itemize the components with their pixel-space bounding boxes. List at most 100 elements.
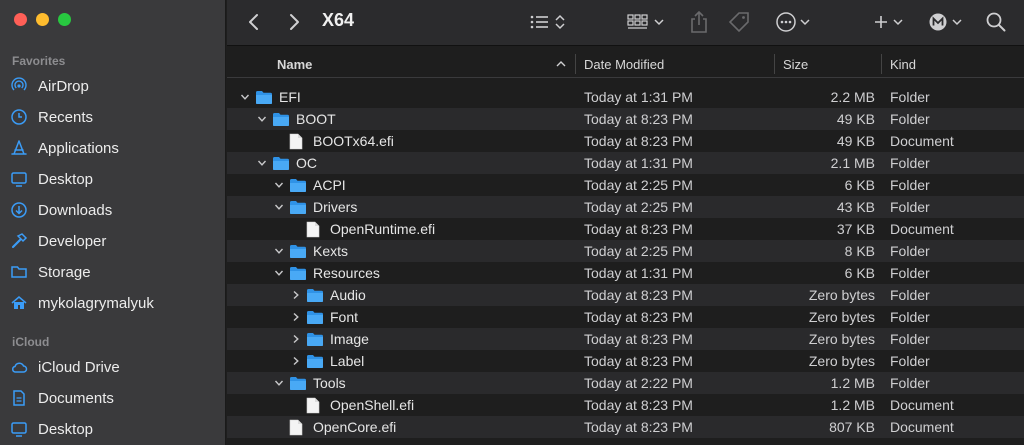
table-row[interactable]: Audio Today at 8:23 PM Zero bytes Folder <box>227 284 1024 306</box>
file-name: Audio <box>330 287 366 303</box>
chevron-left-icon <box>249 14 258 30</box>
share-button[interactable] <box>689 8 709 36</box>
file-name: OC <box>296 155 317 171</box>
disclosure-right-icon[interactable] <box>290 284 302 306</box>
minimize-button[interactable] <box>36 13 49 26</box>
table-row[interactable]: BOOTx64.efi Today at 8:23 PM 49 KB Document <box>227 130 1024 152</box>
table-row[interactable]: Resources Today at 1:31 PM 6 KB Folder <box>227 262 1024 284</box>
disclosure-right-icon[interactable] <box>290 306 302 328</box>
sort-ascending-icon[interactable] <box>555 50 567 78</box>
date-modified: Today at 8:23 PM <box>584 221 693 237</box>
file-kind: Folder <box>890 199 930 215</box>
file-kind: Document <box>890 397 954 413</box>
sidebar-item-icloud-drive[interactable]: iCloud Drive <box>10 354 216 380</box>
name-cell: BOOTx64.efi <box>273 130 394 152</box>
window-controls <box>14 13 71 26</box>
table-row[interactable]: Drivers Today at 2:25 PM 43 KB Folder <box>227 196 1024 218</box>
disclosure-down-icon[interactable] <box>273 240 285 262</box>
column-divider[interactable] <box>575 54 576 74</box>
sidebar-item-downloads[interactable]: Downloads <box>10 197 216 223</box>
disclosure-right-icon[interactable] <box>290 350 302 372</box>
disclosure-right-icon[interactable] <box>290 328 302 350</box>
sidebar-item-applications[interactable]: Applications <box>10 135 216 161</box>
file-size: 6 KB <box>844 265 875 281</box>
applications-icon <box>10 139 28 157</box>
date-modified: Today at 8:23 PM <box>584 419 693 435</box>
icloud-section-title: iCloud <box>12 335 50 349</box>
table-row[interactable]: OpenRuntime.efi Today at 8:23 PM 37 KB Docu… <box>227 218 1024 240</box>
table-row[interactable]: EFI Today at 1:31 PM 2.2 MB Folder <box>227 86 1024 108</box>
file-name: OpenRuntime.efi <box>330 221 436 237</box>
file-kind: Folder <box>890 155 930 171</box>
table-row[interactable]: BOOT Today at 8:23 PM 49 KB Folder <box>227 108 1024 130</box>
document-icon <box>289 419 307 435</box>
name-cell: OpenCore.efi <box>273 416 396 438</box>
table-row[interactable]: Tools Today at 2:22 PM 1.2 MB Folder <box>227 372 1024 394</box>
table-row[interactable]: OpenShell.efi Today at 8:23 PM 1.2 MB Docum… <box>227 394 1024 416</box>
tag-button[interactable] <box>727 8 751 36</box>
grid-icon <box>627 14 664 29</box>
disclosure-down-icon[interactable] <box>273 196 285 218</box>
column-header: Name Date Modified Size Kind <box>227 50 1024 78</box>
file-name: OpenShell.efi <box>330 397 415 413</box>
zoom-button[interactable] <box>58 13 71 26</box>
file-kind: Document <box>890 419 954 435</box>
sidebar-item-airdrop[interactable]: AirDrop <box>10 73 216 99</box>
table-row[interactable]: Kexts Today at 2:25 PM 8 KB Folder <box>227 240 1024 262</box>
sidebar-item-recents[interactable]: Recents <box>10 104 216 130</box>
sidebar-item-storage[interactable]: Storage <box>10 259 216 285</box>
disclosure-down-icon[interactable] <box>273 174 285 196</box>
column-kind[interactable]: Kind <box>890 50 916 78</box>
search-button[interactable] <box>985 8 1007 36</box>
extension-button[interactable] <box>927 8 967 36</box>
view-options-button[interactable] <box>529 8 569 36</box>
name-cell: Drivers <box>273 196 357 218</box>
table-row[interactable]: Label Today at 8:23 PM Zero bytes Folder <box>227 350 1024 372</box>
table-row[interactable]: Font Today at 8:23 PM Zero bytes Folder <box>227 306 1024 328</box>
sidebar-item-documents[interactable]: Documents <box>10 385 216 411</box>
date-modified: Today at 8:23 PM <box>584 353 693 369</box>
file-kind: Document <box>890 221 954 237</box>
forward-button[interactable] <box>287 8 301 36</box>
table-row[interactable]: ACPI Today at 2:25 PM 6 KB Folder <box>227 174 1024 196</box>
sidebar-item-label: Developer <box>38 232 107 250</box>
folder-icon <box>289 375 307 391</box>
file-name: Kexts <box>313 243 349 259</box>
file-size: 2.2 MB <box>830 89 875 105</box>
disclosure-down-icon[interactable] <box>256 108 268 130</box>
column-name[interactable]: Name <box>277 50 312 78</box>
document-icon <box>306 397 324 413</box>
table-row[interactable]: OpenCore.efi Today at 8:23 PM 807 KB Docume… <box>227 416 1024 438</box>
column-size[interactable]: Size <box>783 50 808 78</box>
disclosure-down-icon[interactable] <box>239 86 251 108</box>
document-icon <box>289 133 307 149</box>
desktop-icon <box>10 170 28 188</box>
new-item-button[interactable] <box>873 8 907 36</box>
back-button[interactable] <box>247 8 261 36</box>
share-icon <box>691 10 707 33</box>
group-button[interactable] <box>627 8 667 36</box>
disclosure-down-icon[interactable] <box>273 372 285 394</box>
file-name: OpenCore.efi <box>313 419 397 435</box>
table-row[interactable]: OC Today at 1:31 PM 2.1 MB Folder <box>227 152 1024 174</box>
column-date-modified[interactable]: Date Modified <box>584 50 664 78</box>
window-title: X64 <box>322 10 355 30</box>
document-icon <box>10 389 28 407</box>
sidebar-item-desktop[interactable]: Desktop <box>10 166 216 192</box>
disclosure-down-icon[interactable] <box>273 262 285 284</box>
file-name: Label <box>330 353 365 369</box>
date-modified: Today at 8:23 PM <box>584 397 693 413</box>
disclosure-down-icon[interactable] <box>256 152 268 174</box>
column-divider[interactable] <box>881 54 882 74</box>
table-row[interactable]: Image Today at 8:23 PM Zero bytes Folder <box>227 328 1024 350</box>
close-button[interactable] <box>14 13 27 26</box>
sidebar-item-desktop[interactable]: Desktop <box>10 416 216 442</box>
name-cell: Kexts <box>273 240 348 262</box>
tag-icon <box>728 12 749 33</box>
column-divider[interactable] <box>774 54 775 74</box>
sidebar-item-developer[interactable]: Developer <box>10 228 216 254</box>
sidebar-item-mykolagrymalyuk[interactable]: mykolagrymalyuk <box>10 290 216 316</box>
plus-icon <box>875 16 903 28</box>
action-button[interactable] <box>775 8 815 36</box>
file-name: Font <box>330 309 359 325</box>
